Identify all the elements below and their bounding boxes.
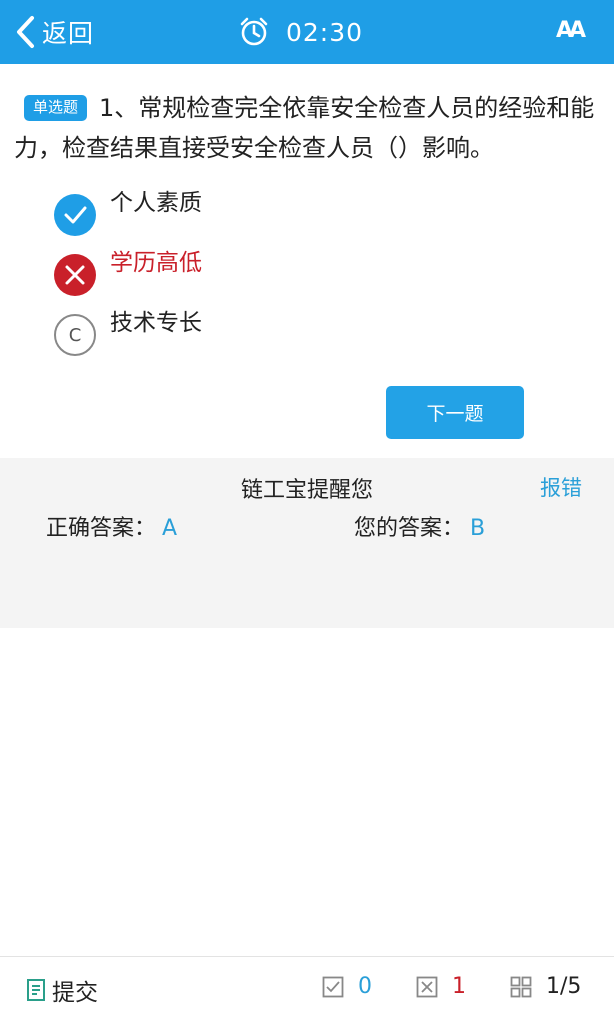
question: 单选题 1、常规检查完全依靠安全检查人员的经验和能力，检查结果直接受安全检查人员（… xyxy=(14,88,604,168)
next-question-button[interactable]: 下一题 xyxy=(386,386,524,439)
option-c[interactable]: C 技术专长 xyxy=(54,306,574,366)
cross-icon xyxy=(54,254,96,296)
font-size-toggle[interactable]: AA xyxy=(556,18,586,43)
timer: 02:30 xyxy=(238,14,363,50)
correct-count: 0 xyxy=(322,974,372,999)
document-list-icon xyxy=(27,979,45,1001)
your-answer-label: 您的答案： xyxy=(354,516,465,541)
question-type-tag: 单选题 xyxy=(24,95,88,121)
options-list: 个人素质 学历高低 C 技术专长 xyxy=(54,186,574,366)
correct-answer: 正确答案： A xyxy=(46,510,177,542)
alarm-clock-icon xyxy=(240,17,268,46)
option-a-text: 个人素质 xyxy=(110,190,202,216)
your-answer: 您的答案： B xyxy=(354,510,485,542)
correct-answer-value: A xyxy=(162,516,178,541)
wrong-count-value: 1 xyxy=(452,974,466,999)
your-answer-value: B xyxy=(470,516,486,541)
top-bar: 返回 02:30 AA xyxy=(0,0,614,64)
timer-value: 02:30 xyxy=(286,17,364,47)
chevron-left-icon xyxy=(17,16,34,48)
bottom-bar: 提交 0 1 1/5 xyxy=(0,956,614,1019)
question-progress[interactable]: 1/5 xyxy=(510,974,581,999)
answer-reminder-panel: 链工宝提醒您 报错 正确答案： A 您的答案： B xyxy=(0,458,614,628)
correct-count-value: 0 xyxy=(358,974,372,999)
progress-value: 1/5 xyxy=(546,974,582,999)
option-b-text: 学历高低 xyxy=(110,250,202,276)
option-b[interactable]: 学历高低 xyxy=(54,246,574,306)
option-c-letter: C xyxy=(68,324,82,346)
correct-answer-label: 正确答案： xyxy=(46,516,157,541)
option-a[interactable]: 个人素质 xyxy=(54,186,574,246)
option-c-letter-icon: C xyxy=(54,314,96,356)
checkbox-cross-icon xyxy=(416,976,438,997)
reminder-title: 链工宝提醒您 xyxy=(240,478,373,503)
checkbox-checked-icon xyxy=(322,976,344,997)
submit-label: 提交 xyxy=(52,980,98,1006)
back-label: 返回 xyxy=(42,19,95,48)
grid-icon xyxy=(510,976,532,997)
wrong-count: 1 xyxy=(416,974,466,999)
option-c-text: 技术专长 xyxy=(110,310,202,336)
question-text: 1、常规检查完全依靠安全检查人员的经验和能力，检查结果直接受安全检查人员（）影响… xyxy=(14,94,595,162)
check-icon xyxy=(54,194,96,236)
submit-button[interactable]: 提交 xyxy=(26,973,98,1007)
report-error-link[interactable]: 报错 xyxy=(540,472,582,502)
back-button[interactable]: 返回 xyxy=(14,14,94,50)
